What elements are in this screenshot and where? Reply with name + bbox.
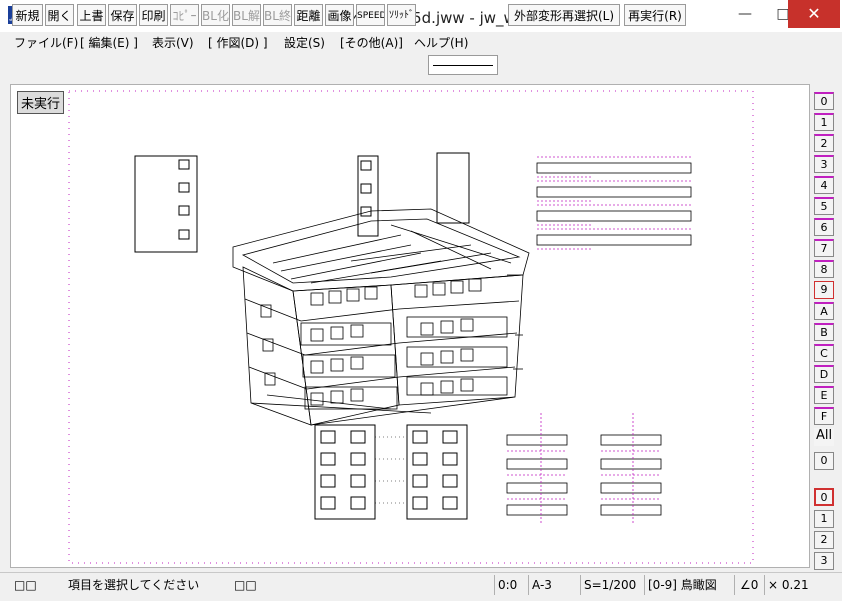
menu-settings[interactable]: 設定(S) bbox=[284, 34, 325, 51]
layer-button-4[interactable]: 4 bbox=[814, 176, 834, 194]
layer-button-6[interactable]: 6 bbox=[814, 218, 834, 236]
toolbar bbox=[0, 52, 842, 82]
group-button-3[interactable]: 3 bbox=[814, 552, 834, 570]
group-button-2[interactable]: 2 bbox=[814, 531, 834, 549]
layer-button-d[interactable]: D bbox=[814, 365, 834, 383]
status-message: 項目を選択してください bbox=[68, 578, 200, 592]
redo-button[interactable]: 再実行(R) bbox=[624, 4, 686, 26]
menu-view[interactable]: 表示(V) bbox=[152, 34, 194, 51]
speed-button[interactable]: SPEED bbox=[356, 4, 385, 26]
status-mid-boxes: □□ bbox=[234, 578, 257, 592]
elevation-drawing-narrow bbox=[357, 152, 470, 237]
status-scale[interactable]: S=1/200 bbox=[584, 576, 636, 594]
menu-help[interactable]: ヘルプ(H) bbox=[414, 34, 468, 51]
save-button[interactable]: 保存 bbox=[108, 4, 137, 26]
layer-button-1[interactable]: 1 bbox=[814, 113, 834, 131]
layer-blank-button[interactable]: 0 bbox=[814, 452, 834, 470]
status-separator bbox=[644, 575, 645, 595]
layer-button-b[interactable]: B bbox=[814, 323, 834, 341]
status-separator bbox=[494, 575, 495, 595]
layer-button-2[interactable]: 2 bbox=[814, 134, 834, 152]
drawing-canvas[interactable]: 未実行 bbox=[10, 84, 810, 568]
status-bar: □□ 項目を選択してください □□ 0:0 A-3 S=1/200 [0-9] … bbox=[0, 572, 842, 597]
block-create-button[interactable]: BL化 bbox=[201, 4, 230, 26]
elevation-drawing-left bbox=[134, 155, 198, 253]
layer-button-9[interactable]: 9 bbox=[814, 281, 834, 299]
menu-file[interactable]: ファイル(F) bbox=[14, 34, 78, 51]
group-button-0[interactable]: 0 bbox=[814, 488, 834, 506]
new-button[interactable]: 新規 bbox=[12, 4, 43, 26]
status-paper-size[interactable]: A-3 bbox=[532, 576, 552, 594]
layer-all-button[interactable]: All bbox=[814, 428, 834, 446]
status-layer-group[interactable]: [0-9] 鳥瞰図 bbox=[648, 576, 717, 594]
elevation-drawing-bottom bbox=[314, 424, 468, 520]
layer-button-a[interactable]: A bbox=[814, 302, 834, 320]
copy-button[interactable]: ｺﾋﾟｰ bbox=[170, 4, 199, 26]
status-separator bbox=[580, 575, 581, 595]
birds-eye-building bbox=[232, 208, 530, 426]
menu-edit[interactable]: [ 編集(E) ] bbox=[80, 34, 138, 51]
status-left-boxes: □□ bbox=[14, 578, 37, 592]
menu-draw[interactable]: [ 作図(D) ] bbox=[208, 34, 268, 51]
layer-button-3[interactable]: 3 bbox=[814, 155, 834, 173]
layer-button-0[interactable]: 0 bbox=[814, 92, 834, 110]
image-button[interactable]: 画像 bbox=[325, 4, 354, 26]
layer-button-c[interactable]: C bbox=[814, 344, 834, 362]
menu-bar: ファイル(F) [ 編集(E) ] 表示(V) [ 作図(D) ] 設定(S) … bbox=[0, 32, 842, 52]
status-separator bbox=[734, 575, 735, 595]
close-button[interactable]: ✕ bbox=[788, 0, 840, 28]
layer-button-7[interactable]: 7 bbox=[814, 239, 834, 257]
minimize-button[interactable]: — bbox=[726, 0, 764, 28]
layer-button-8[interactable]: 8 bbox=[814, 260, 834, 278]
status-layer-info: 0:0 bbox=[498, 578, 518, 592]
solid-button[interactable]: ｿﾘｯﾄﾞ bbox=[387, 4, 416, 26]
status-zoom[interactable]: × 0.21 bbox=[768, 576, 809, 594]
menu-other[interactable]: [その他(A)] bbox=[340, 34, 403, 51]
distance-button[interactable]: 距離 bbox=[294, 4, 323, 26]
external-transform-reselect-button[interactable]: 外部変形再選択(L) bbox=[508, 4, 620, 26]
layer-button-f[interactable]: F bbox=[814, 407, 834, 425]
status-angle[interactable]: ∠0 bbox=[740, 576, 758, 594]
status-separator bbox=[528, 575, 529, 595]
block-release-button[interactable]: BL解 bbox=[232, 4, 261, 26]
layer-button-e[interactable]: E bbox=[814, 386, 834, 404]
group-button-1[interactable]: 1 bbox=[814, 510, 834, 528]
status-separator bbox=[764, 575, 765, 595]
print-button[interactable]: 印刷 bbox=[139, 4, 168, 26]
line-type-indicator[interactable] bbox=[428, 55, 498, 75]
overwrite-button[interactable]: 上書 bbox=[77, 4, 106, 26]
block-edit-end-button[interactable]: BL終 bbox=[263, 4, 292, 26]
open-button[interactable]: 開く bbox=[45, 4, 74, 26]
layer-button-5[interactable]: 5 bbox=[814, 197, 834, 215]
floor-plan-strips-top bbox=[536, 162, 692, 246]
cad-drawing bbox=[68, 90, 754, 564]
